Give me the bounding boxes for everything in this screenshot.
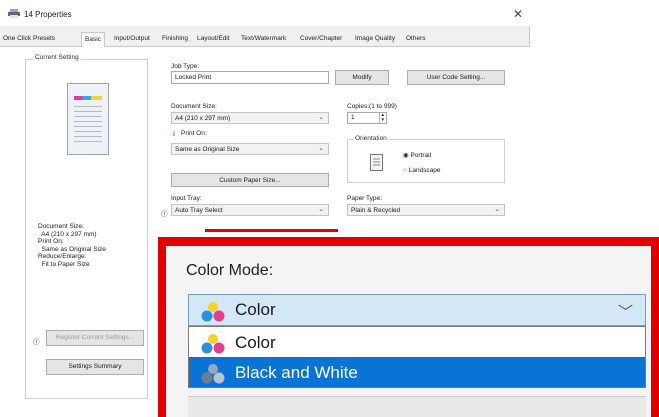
info-icon: ⓘ bbox=[161, 211, 168, 218]
close-icon[interactable]: ✕ bbox=[513, 8, 523, 20]
title-bar: 14 Properties ✕ bbox=[0, 0, 530, 26]
portrait-label: Portrait bbox=[410, 152, 432, 159]
copies-value: 1 bbox=[351, 114, 355, 121]
zoom-lower-area bbox=[188, 396, 646, 417]
color-mode-zoom-panel: Color Mode: Color ﹀ Color Black and Whit… bbox=[166, 246, 651, 417]
highlight-marker bbox=[205, 229, 338, 232]
tab-text-watermark[interactable]: Text/Watermark bbox=[241, 35, 286, 42]
option-color-label: Color bbox=[235, 333, 276, 352]
settings-summary-button[interactable]: Settings Summary bbox=[46, 359, 144, 375]
tab-strip: One Click Presets Basic Input/Output Fin… bbox=[0, 32, 530, 47]
job-type-label: Job Type: bbox=[171, 63, 200, 70]
document-size-label: Document Size: bbox=[171, 103, 217, 110]
portrait-radio[interactable]: ◉ Portrait bbox=[403, 151, 431, 159]
print-on-select[interactable]: Same as Original Size ⌄ bbox=[171, 143, 329, 155]
page-preview bbox=[67, 83, 109, 155]
print-on-label: Print On: bbox=[181, 130, 207, 137]
arrow-down-icon: ⇓ bbox=[171, 131, 177, 138]
chevron-down-icon: ⌄ bbox=[318, 145, 324, 152]
tab-layout-edit[interactable]: Layout/Edit bbox=[197, 35, 230, 42]
user-code-setting-button[interactable]: User Code Setting... bbox=[407, 70, 505, 85]
input-tray-select[interactable]: Auto Tray Select ⌄ bbox=[171, 204, 329, 216]
job-type-field[interactable]: Locked Print bbox=[171, 71, 329, 84]
option-color[interactable]: Color bbox=[189, 327, 645, 357]
color-dots-icon bbox=[201, 334, 225, 354]
chevron-down-icon: ﹀ bbox=[617, 304, 633, 321]
paper-type-select[interactable]: Plain & Recycled ⌄ bbox=[347, 204, 505, 216]
tab-one-click-presets[interactable]: One Click Presets bbox=[3, 35, 55, 42]
option-black-and-white[interactable]: Black and White bbox=[189, 357, 645, 387]
tab-finishing[interactable]: Finishing bbox=[162, 35, 188, 42]
tab-cover-chapter[interactable]: Cover/Chapter bbox=[300, 35, 342, 42]
print-on-value: Same as Original Size bbox=[175, 146, 240, 153]
color-dots-icon bbox=[201, 302, 225, 322]
color-mode-selected: Color bbox=[235, 300, 276, 319]
portrait-page-icon bbox=[370, 154, 383, 171]
register-settings-button[interactable]: Register Current Settings... bbox=[46, 330, 144, 346]
chevron-down-icon: ⌄ bbox=[318, 206, 324, 213]
color-mode-zoom-callout: Color Mode: Color ﹀ Color Black and Whit… bbox=[158, 237, 659, 417]
copies-label: Copies:(1 to 999) bbox=[347, 103, 397, 110]
document-size-select[interactable]: A4 (210 x 297 mm) ⌄ bbox=[171, 112, 329, 124]
info-icon: ⓘ bbox=[33, 339, 40, 346]
tab-input-output[interactable]: Input/Output bbox=[114, 35, 150, 42]
window-title: 14 Properties bbox=[24, 10, 72, 19]
landscape-radio[interactable]: ○ Landscape bbox=[403, 167, 441, 174]
modify-button[interactable]: Modify bbox=[335, 70, 389, 85]
input-tray-label: Input Tray: bbox=[171, 195, 202, 202]
tab-others[interactable]: Others bbox=[406, 35, 426, 42]
custom-paper-size-button[interactable]: Custom Paper Size... bbox=[171, 173, 329, 187]
printer-icon bbox=[8, 9, 20, 18]
current-setting-summary: Document Size: A4 (210 x 297 mm) Print O… bbox=[38, 223, 106, 268]
current-setting-title: Current Setting bbox=[33, 54, 81, 61]
option-bw-label: Black and White bbox=[235, 363, 358, 382]
tab-basic[interactable]: Basic bbox=[81, 32, 105, 47]
input-tray-value: Auto Tray Select bbox=[175, 207, 223, 214]
document-size-value: A4 (210 x 297 mm) bbox=[175, 115, 231, 122]
paper-type-label: Paper Type: bbox=[347, 195, 382, 202]
copies-stepper[interactable]: ▴ ▾ bbox=[379, 113, 384, 123]
chevron-down-icon: ⌄ bbox=[494, 206, 500, 213]
color-mode-label: Color Mode: bbox=[186, 262, 274, 279]
color-mode-select[interactable]: Color ﹀ bbox=[188, 294, 646, 326]
bw-dots-icon bbox=[201, 364, 225, 384]
copies-input[interactable]: 1 ▴ ▾ bbox=[347, 112, 387, 124]
landscape-label: Landscape bbox=[408, 167, 441, 174]
color-mode-dropdown: Color Black and White bbox=[188, 326, 646, 388]
orientation-label: Orientation bbox=[353, 135, 389, 142]
paper-type-value: Plain & Recycled bbox=[351, 207, 401, 214]
chevron-down-icon: ⌄ bbox=[318, 114, 324, 121]
tab-image-quality[interactable]: Image Quality bbox=[355, 35, 395, 42]
